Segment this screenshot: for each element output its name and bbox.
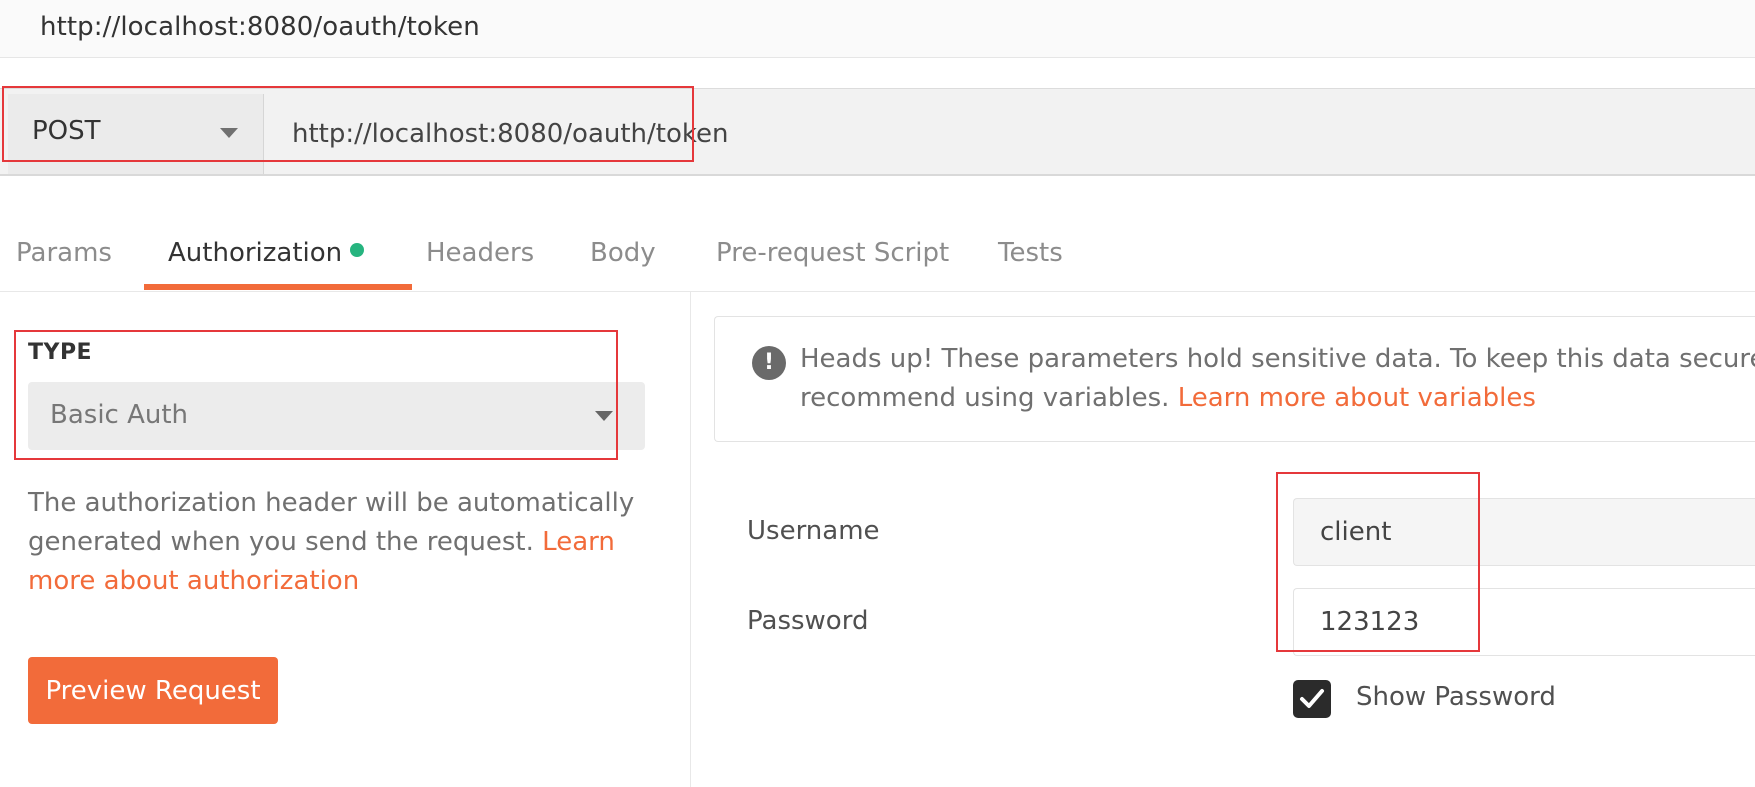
- tab-tests[interactable]: Tests: [998, 238, 1063, 300]
- method-select[interactable]: POST: [8, 94, 264, 174]
- request-tabs: Params Authorization Headers Body Pre-re…: [0, 228, 1755, 292]
- status-dot-icon: [350, 243, 365, 257]
- tab-authorization[interactable]: Authorization: [168, 238, 365, 300]
- method-label: POST: [32, 116, 101, 146]
- window-title: http://localhost:8080/oauth/token: [40, 12, 480, 42]
- tab-params-label: Params: [16, 238, 112, 268]
- alert-line-2: recommend using variables. Learn more ab…: [800, 379, 1755, 418]
- tab-body-label: Body: [590, 238, 656, 268]
- show-password-label: Show Password: [1356, 682, 1556, 712]
- active-tab-indicator: [144, 284, 412, 290]
- tab-body[interactable]: Body: [590, 238, 656, 300]
- password-field[interactable]: [1293, 588, 1755, 656]
- alert-text: Heads up! These parameters hold sensitiv…: [800, 340, 1755, 418]
- password-label: Password: [747, 606, 869, 636]
- panel-divider: [690, 292, 691, 787]
- learn-more-variables-link[interactable]: Learn more about variables: [1178, 383, 1536, 413]
- info-icon: !: [752, 346, 786, 380]
- username-field[interactable]: [1293, 498, 1755, 566]
- auth-type-select[interactable]: Basic Auth: [28, 382, 645, 450]
- alert-line-1: Heads up! These parameters hold sensitiv…: [800, 344, 1755, 374]
- username-label: Username: [747, 516, 880, 546]
- tab-params[interactable]: Params: [16, 238, 112, 300]
- chevron-down-icon: [595, 411, 613, 421]
- tab-pre-request-script-label: Pre-request Script: [716, 238, 950, 268]
- tab-tests-label: Tests: [998, 238, 1063, 268]
- url-input[interactable]: [266, 94, 1755, 174]
- tab-headers-label: Headers: [426, 238, 535, 268]
- window-title-bar: http://localhost:8080/oauth/token: [0, 0, 1755, 58]
- preview-request-button[interactable]: Preview Request: [28, 657, 278, 724]
- auth-type-label: TYPE: [28, 340, 93, 365]
- show-password-checkbox[interactable]: [1293, 680, 1331, 718]
- alert-line-2-text: recommend using variables.: [800, 383, 1178, 413]
- auth-description: The authorization header will be automat…: [28, 484, 648, 601]
- tab-authorization-label: Authorization: [168, 238, 343, 268]
- auth-type-value: Basic Auth: [50, 400, 189, 430]
- chevron-down-icon: [220, 128, 238, 138]
- tab-pre-request-script[interactable]: Pre-request Script: [716, 238, 949, 300]
- checkmark-icon: [1300, 689, 1324, 708]
- tab-headers[interactable]: Headers: [426, 238, 534, 300]
